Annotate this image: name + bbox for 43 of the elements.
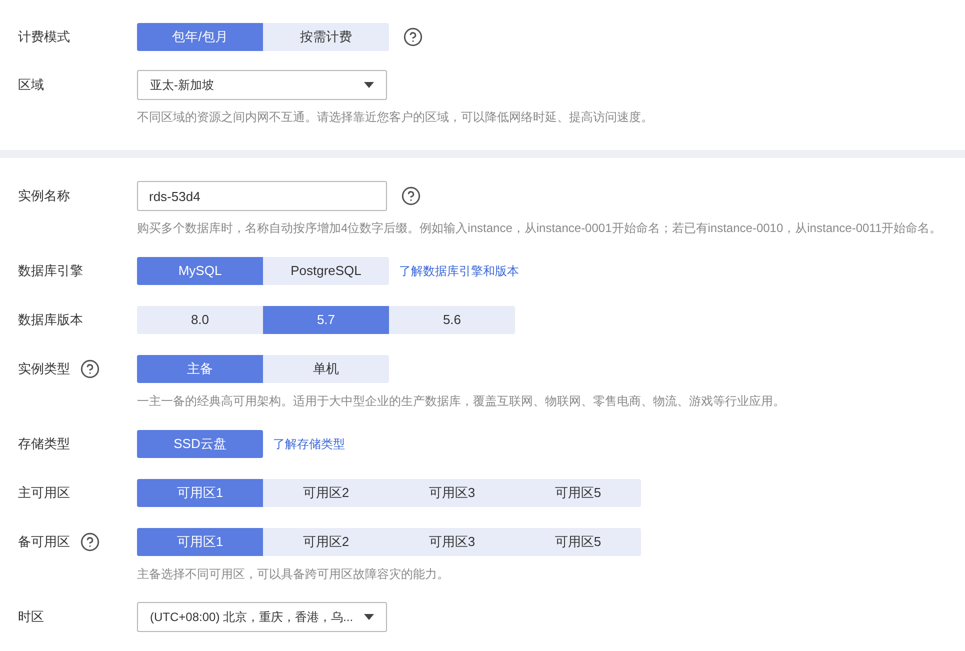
- option-button[interactable]: 主备: [137, 355, 263, 383]
- option-button[interactable]: 可用区5: [515, 528, 641, 556]
- field-label: 时区: [18, 608, 44, 626]
- field-label: 实例名称: [18, 187, 70, 206]
- caret-icon: [364, 614, 374, 620]
- help-icon[interactable]: [80, 532, 100, 552]
- field-label: 主可用区: [18, 484, 70, 502]
- hint-text: 购买多个数据库时，名称自动按序增加4位数字后缀。例如输入instance，从instance-0001开始命名；若已有instance-0010，从instance-0011开始命名。: [137, 220, 943, 236]
- field-label: 数据库引擎: [18, 262, 83, 280]
- option-button[interactable]: 可用区1: [137, 479, 263, 507]
- field-label: 区域: [18, 76, 44, 94]
- option-button[interactable]: 包年/包月: [137, 23, 263, 51]
- input-field[interactable]: rds-53d4: [137, 181, 387, 211]
- option-button[interactable]: MySQL: [137, 257, 263, 285]
- option-button[interactable]: 5.7: [263, 306, 389, 334]
- option-button[interactable]: 可用区2: [263, 528, 389, 556]
- field-label: 备可用区: [18, 533, 70, 552]
- field-label: 计费模式: [18, 28, 70, 46]
- option-button[interactable]: 可用区3: [389, 479, 515, 507]
- option-button[interactable]: 单机: [263, 355, 389, 383]
- option-button[interactable]: PostgreSQL: [263, 257, 389, 285]
- option-button[interactable]: 可用区2: [263, 479, 389, 507]
- select-field[interactable]: 亚太-新加坡: [137, 70, 387, 100]
- learn-more-link[interactable]: 了解数据库引擎和版本: [399, 262, 519, 280]
- hint-text: 主备选择不同可用区，可以具备跨可用区故障容灾的能力。: [137, 566, 450, 582]
- option-button[interactable]: 8.0: [137, 306, 263, 334]
- option-button[interactable]: 5.6: [389, 306, 515, 334]
- hint-text: 不同区域的资源之间内网不互通。请选择靠近您客户的区域，可以降低网络时延、提高访问速度。: [137, 109, 654, 125]
- field-label: 数据库版本: [18, 311, 83, 330]
- option-button[interactable]: 可用区3: [389, 528, 515, 556]
- help-icon[interactable]: [401, 186, 421, 206]
- help-icon[interactable]: [80, 359, 100, 379]
- select-field[interactable]: (UTC+08:00) 北京，重庆，香港，乌...: [137, 602, 387, 632]
- help-icon[interactable]: [403, 27, 423, 47]
- hint-text: 一主一备的经典高可用架构。适用于大中型企业的生产数据库，覆盖互联网、物联网、零售电商、物流、游戏等行业应用。: [137, 393, 786, 409]
- field-label: 存储类型: [18, 435, 70, 454]
- option-button[interactable]: 可用区1: [137, 528, 263, 556]
- option-button[interactable]: 按需计费: [263, 23, 389, 51]
- learn-more-link[interactable]: 了解存储类型: [273, 435, 345, 453]
- caret-icon: [364, 82, 374, 88]
- option-button[interactable]: SSD云盘: [137, 430, 263, 458]
- field-label: 实例类型: [18, 360, 70, 378]
- option-button[interactable]: 可用区5: [515, 479, 641, 507]
